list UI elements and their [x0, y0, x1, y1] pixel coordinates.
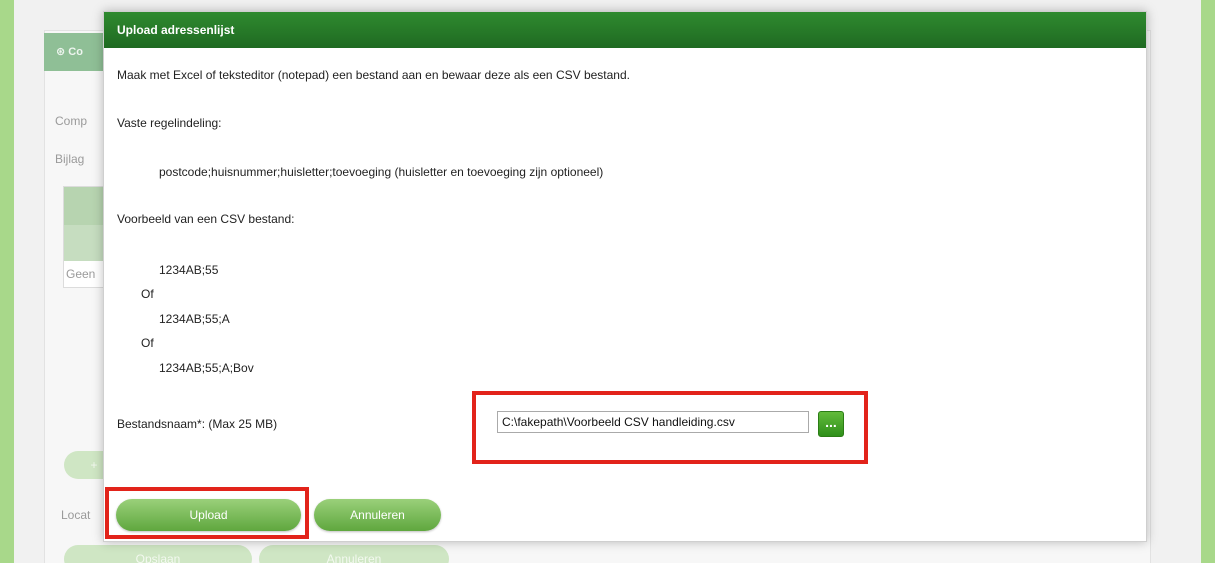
bg-label-locatie: Locat [61, 508, 91, 522]
file-name-label: Bestandsnaam*: (Max 25 MB) [117, 417, 278, 431]
dialog-intro-text: Maak met Excel of teksteditor (notepad) … [117, 68, 630, 82]
dialog-cancel-button[interactable]: Annuleren [314, 499, 441, 531]
example-line-2: 1234AB;55;A [159, 312, 230, 326]
bg-label-comp: Comp [55, 114, 88, 128]
example-line-1: 1234AB;55 [159, 263, 219, 277]
screenshot-page: ⊛ Co Comp Bijlag Geen + Locat Opslaan An… [0, 0, 1215, 563]
upload-dialog: Upload adressenlijst Maak met Excel of t… [103, 11, 1147, 542]
double-chevron-down-icon: ⊛ [56, 46, 66, 58]
or-label-2: Of [141, 336, 154, 350]
right-green-border [1201, 0, 1215, 563]
file-path-input[interactable] [497, 411, 809, 433]
save-button[interactable]: Opslaan [64, 545, 252, 563]
or-label-1: Of [141, 287, 154, 301]
browse-button[interactable]: ... [818, 411, 844, 437]
bg-label-bijlage: Bijlag [55, 152, 85, 166]
example-label: Voorbeeld van een CSV bestand: [117, 212, 295, 226]
fixed-format-text: postcode;huisnummer;huisletter;toevoegin… [159, 165, 604, 179]
fixed-format-label: Vaste regelindeling: [117, 116, 222, 130]
collapse-tab-label: Co [68, 46, 83, 58]
bg-label-geen: Geen [66, 267, 96, 281]
dialog-title: Upload adressenlijst [104, 12, 1146, 48]
upload-button[interactable]: Upload [116, 499, 301, 531]
example-line-3: 1234AB;55;A;Bov [159, 361, 254, 375]
collapse-tab[interactable]: ⊛ Co [44, 33, 104, 71]
left-green-border [0, 0, 14, 563]
page-cancel-button[interactable]: Annuleren [259, 545, 449, 563]
